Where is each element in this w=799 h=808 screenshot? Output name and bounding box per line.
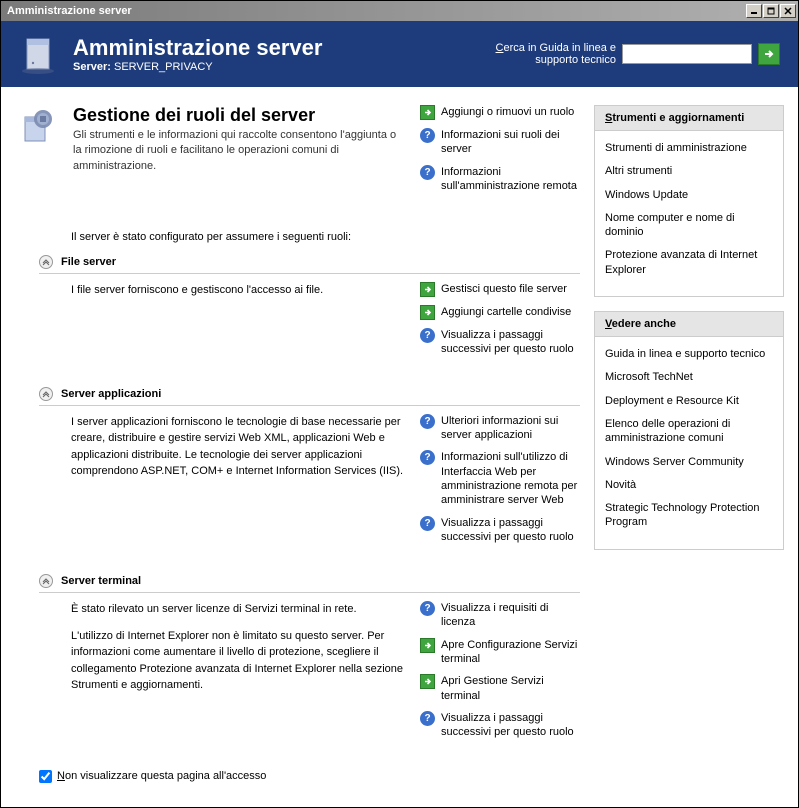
tools-link[interactable]: Protezione avanzata di Internet Explorer	[605, 248, 773, 277]
link-text: Apre Configurazione Servizi terminal	[441, 638, 580, 667]
help-icon: ?	[420, 601, 435, 616]
see-also-box: Vedere anche Guida in linea e supporto t…	[594, 311, 784, 550]
role-link[interactable]: ? Ulteriori informazioni sui server appli…	[420, 414, 580, 443]
role-link[interactable]: Apri Gestione Servizi terminal	[420, 674, 580, 703]
role-link[interactable]: ? Visualizza i passaggi successivi per qu…	[420, 328, 580, 357]
page-description: Gli strumenti e le informazioni qui racc…	[73, 128, 406, 174]
collapse-icon[interactable]	[39, 255, 53, 269]
link-text: Aggiungi o rimuovi un ruolo	[441, 105, 574, 119]
help-icon: ?	[420, 450, 435, 465]
roles-intro: Il server è stato configurato per assume…	[71, 231, 580, 243]
titlebar-buttons	[746, 4, 796, 18]
seealso-link[interactable]: Guida in linea e supporto tecnico	[605, 347, 773, 361]
help-icon: ?	[420, 328, 435, 343]
maximize-button[interactable]	[763, 4, 779, 18]
see-also-heading: Vedere anche	[595, 312, 783, 337]
titlebar: Amministrazione server	[1, 1, 798, 21]
seealso-link[interactable]: Windows Server Community	[605, 455, 773, 469]
collapse-icon[interactable]	[39, 387, 53, 401]
top-link[interactable]: ? Informazioni sull'amministrazione remot…	[420, 165, 580, 194]
link-text: Visualizza i passaggi successivi per que…	[441, 711, 580, 740]
role-section: Server applicazioni I server applicazioni…	[19, 387, 580, 552]
seealso-link[interactable]: Elenco delle operazioni di amministrazio…	[605, 417, 773, 446]
arrow-icon	[420, 305, 435, 320]
tools-link[interactable]: Windows Update	[605, 188, 773, 202]
search-input[interactable]	[622, 44, 752, 64]
link-text: Informazioni sull'amministrazione remota	[441, 165, 580, 194]
role-link[interactable]: ? Visualizza i passaggi successivi per qu…	[420, 711, 580, 740]
top-link[interactable]: Aggiungi o rimuovi un ruolo	[420, 105, 580, 120]
link-text: Gestisci questo file server	[441, 282, 567, 296]
link-text: Aggiungi cartelle condivise	[441, 305, 571, 319]
page-title: Gestione dei ruoli del server	[73, 105, 406, 126]
link-text: Visualizza i requisiti di licenza	[441, 601, 580, 630]
tools-link[interactable]: Strumenti di amministrazione	[605, 141, 773, 155]
seealso-link[interactable]: Novità	[605, 478, 773, 492]
role-title: File server	[61, 256, 116, 268]
main-content: Gestione dei ruoli del server Gli strume…	[19, 105, 580, 789]
search-label: Cerca in Guida in linea e supporto tecni…	[456, 42, 616, 66]
role-title: Server terminal	[61, 575, 141, 587]
arrow-icon	[420, 282, 435, 297]
minimize-button[interactable]	[746, 4, 762, 18]
arrow-icon	[420, 105, 435, 120]
help-icon: ?	[420, 414, 435, 429]
role-link[interactable]: ? Visualizza i requisiti di licenza	[420, 601, 580, 630]
top-link[interactable]: ? Informazioni sui ruoli dei server	[420, 128, 580, 157]
arrow-icon	[420, 638, 435, 653]
tools-link[interactable]: Altri strumenti	[605, 164, 773, 178]
seealso-link[interactable]: Deployment e Resource Kit	[605, 394, 773, 408]
help-icon: ?	[420, 516, 435, 531]
help-icon: ?	[420, 165, 435, 180]
dont-show-checkbox[interactable]	[39, 770, 52, 783]
link-text: Visualizza i passaggi successivi per que…	[441, 328, 580, 357]
seealso-link[interactable]: Microsoft TechNet	[605, 370, 773, 384]
role-description: È stato rilevato un server licenze di Se…	[71, 601, 406, 747]
help-icon: ?	[420, 711, 435, 726]
help-icon: ?	[420, 128, 435, 143]
tools-link[interactable]: Nome computer e nome di dominio	[605, 211, 773, 240]
role-link[interactable]: Apre Configurazione Servizi terminal	[420, 638, 580, 667]
link-text: Visualizza i passaggi successivi per que…	[441, 516, 580, 545]
roles-icon	[19, 105, 59, 145]
role-section: Server terminal È stato rilevato un serve…	[19, 574, 580, 747]
role-title: Server applicazioni	[61, 388, 161, 400]
link-text: Informazioni sull'utilizzo di Interfacci…	[441, 450, 580, 507]
arrow-icon	[420, 674, 435, 689]
header-title: Amministrazione server	[73, 35, 322, 61]
sidebar: Strumenti e aggiornamenti Strumenti di a…	[594, 105, 784, 789]
close-button[interactable]	[780, 4, 796, 18]
server-icon	[19, 33, 61, 75]
header-subtitle: Server: SERVER_PRIVACY	[73, 61, 322, 73]
role-description: I file server forniscono e gestiscono l'…	[71, 282, 406, 365]
link-text: Informazioni sui ruoli dei server	[441, 128, 580, 157]
search-go-button[interactable]	[758, 43, 780, 65]
role-description: I server applicazioni forniscono le tecn…	[71, 414, 406, 552]
tools-heading: Strumenti e aggiornamenti	[595, 106, 783, 131]
header-search: Cerca in Guida in linea e supporto tecni…	[456, 42, 780, 66]
header: Amministrazione server Server: SERVER_PR…	[1, 21, 798, 87]
role-link[interactable]: Aggiungi cartelle condivise	[420, 305, 580, 320]
dont-show-label[interactable]: Non visualizzare questa pagina all'acces…	[57, 770, 266, 782]
tools-box: Strumenti e aggiornamenti Strumenti di a…	[594, 105, 784, 297]
link-text: Ulteriori informazioni sui server applic…	[441, 414, 580, 443]
role-link[interactable]: ? Visualizza i passaggi successivi per qu…	[420, 516, 580, 545]
titlebar-text: Amministrazione server	[3, 5, 132, 17]
role-section: File server I file server forniscono e ge…	[19, 255, 580, 365]
link-text: Apri Gestione Servizi terminal	[441, 674, 580, 703]
role-link[interactable]: ? Informazioni sull'utilizzo di Interfacc…	[420, 450, 580, 507]
seealso-link[interactable]: Strategic Technology Protection Program	[605, 501, 773, 530]
collapse-icon[interactable]	[39, 574, 53, 588]
role-link[interactable]: Gestisci questo file server	[420, 282, 580, 297]
